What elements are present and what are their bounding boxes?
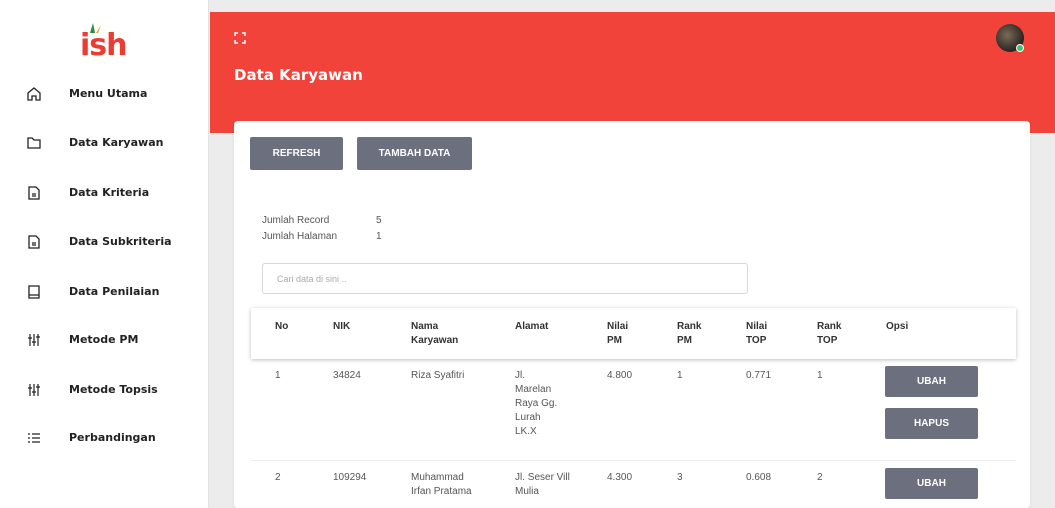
column-header-rank-top: Rank TOP — [817, 321, 842, 346]
cell-nik: 34824 — [333, 370, 361, 381]
data-table: No NIK Nama Karyawan Alamat Nilai PM Ran… — [251, 308, 1016, 508]
book-icon — [28, 285, 40, 299]
sidebar-item-metode-topsis[interactable]: Metode Topsis — [0, 370, 209, 410]
sidebar-item-label: Metode PM — [69, 333, 139, 346]
search-input[interactable] — [262, 263, 748, 294]
header-bar: Data Karyawan — [210, 12, 1055, 133]
cell-nik: 109294 — [333, 472, 367, 483]
sidebar-item-label: Data Kriteria — [69, 186, 150, 199]
sidebar-item-label: Metode Topsis — [69, 383, 158, 396]
record-count-label: Jumlah Record — [262, 215, 330, 226]
page-count-label: Jumlah Halaman — [262, 231, 338, 242]
online-status-dot — [1016, 44, 1024, 52]
page-count-value: 1 — [376, 231, 382, 242]
cell-no: 2 — [275, 472, 281, 483]
cell-nilai-pm: 4.300 — [607, 472, 633, 483]
sidebar-item-perbandingan[interactable]: Perbandingan — [0, 418, 209, 458]
cell-alamat: Jl. Marelan Raya Gg. Lurah LK.X — [515, 370, 558, 437]
table-row: 2 109294 Muhammad Irfan Pratama Jl. Sese… — [251, 461, 1016, 508]
brand-logo[interactable]: ish — [80, 22, 140, 63]
cell-nama: Muhammad Irfan Pratama — [411, 472, 472, 497]
edit-button[interactable]: UBAH — [885, 366, 978, 397]
sidebar-item-data-kriteria[interactable]: Data Kriteria — [0, 173, 209, 213]
sidebar-item-label: Menu Utama — [69, 87, 148, 100]
fullscreen-icon[interactable] — [234, 32, 246, 44]
sidebar-item-label: Perbandingan — [69, 431, 156, 444]
document-icon — [28, 235, 40, 249]
sidebar-item-data-penilaian[interactable]: Data Penilaian — [0, 272, 209, 312]
cell-alamat: Jl. Seser Vill Mulia — [515, 472, 570, 497]
sliders-icon — [28, 384, 40, 396]
cell-rank-pm: 1 — [677, 370, 683, 381]
cell-rank-pm: 3 — [677, 472, 683, 483]
refresh-button[interactable]: REFRESH — [250, 137, 343, 170]
column-header-nama: Nama Karyawan — [411, 321, 459, 346]
sliders-icon — [28, 334, 40, 346]
sidebar-item-data-subkriteria[interactable]: Data Subkriteria — [0, 222, 209, 262]
document-icon — [28, 186, 40, 200]
sidebar: ish Menu Utama Data Karyawan Data Kriter… — [0, 0, 209, 508]
sidebar-item-data-karyawan[interactable]: Data Karyawan — [0, 123, 209, 163]
home-icon — [27, 87, 41, 101]
column-header-nilai-pm: Nilai PM — [607, 321, 629, 346]
column-header-rank-pm: Rank PM — [677, 321, 702, 346]
cell-nama: Riza Syafitri — [411, 370, 465, 381]
cell-no: 1 — [275, 370, 281, 381]
sidebar-item-label: Data Karyawan — [69, 136, 164, 149]
table-row: 1 34824 Riza Syafitri Jl. Marelan Raya G… — [251, 359, 1016, 461]
sidebar-item-label: Data Penilaian — [69, 285, 160, 298]
folder-icon — [27, 137, 41, 149]
content-card: REFRESH TAMBAH DATA Jumlah Record 5 Juml… — [234, 121, 1030, 508]
column-header-opsi: Opsi — [886, 321, 909, 332]
table-header: No NIK Nama Karyawan Alamat Nilai PM Ran… — [251, 308, 1016, 359]
edit-button[interactable]: UBAH — [885, 468, 978, 499]
cell-rank-top: 1 — [817, 370, 823, 381]
cell-nilai-top: 0.608 — [746, 472, 772, 483]
cell-nilai-top: 0.771 — [746, 370, 772, 381]
column-header-alamat: Alamat — [515, 321, 549, 332]
column-header-nik: NIK — [333, 321, 351, 332]
add-data-button[interactable]: TAMBAH DATA — [357, 137, 472, 170]
record-count-value: 5 — [376, 215, 382, 226]
page-title: Data Karyawan — [234, 66, 363, 84]
column-header-no: No — [275, 321, 289, 332]
cell-nilai-pm: 4.800 — [607, 370, 633, 381]
brand-logo-text: ish — [80, 28, 127, 63]
sidebar-item-label: Data Subkriteria — [69, 235, 172, 248]
sidebar-item-menu-utama[interactable]: Menu Utama — [0, 74, 209, 114]
record-stats: Jumlah Record 5 Jumlah Halaman 1 — [262, 215, 462, 247]
delete-button[interactable]: HAPUS — [885, 408, 978, 439]
sidebar-item-metode-pm[interactable]: Metode PM — [0, 320, 209, 360]
list-icon — [28, 433, 40, 443]
column-header-nilai-top: Nilai TOP — [746, 321, 768, 346]
cell-rank-top: 2 — [817, 472, 823, 483]
